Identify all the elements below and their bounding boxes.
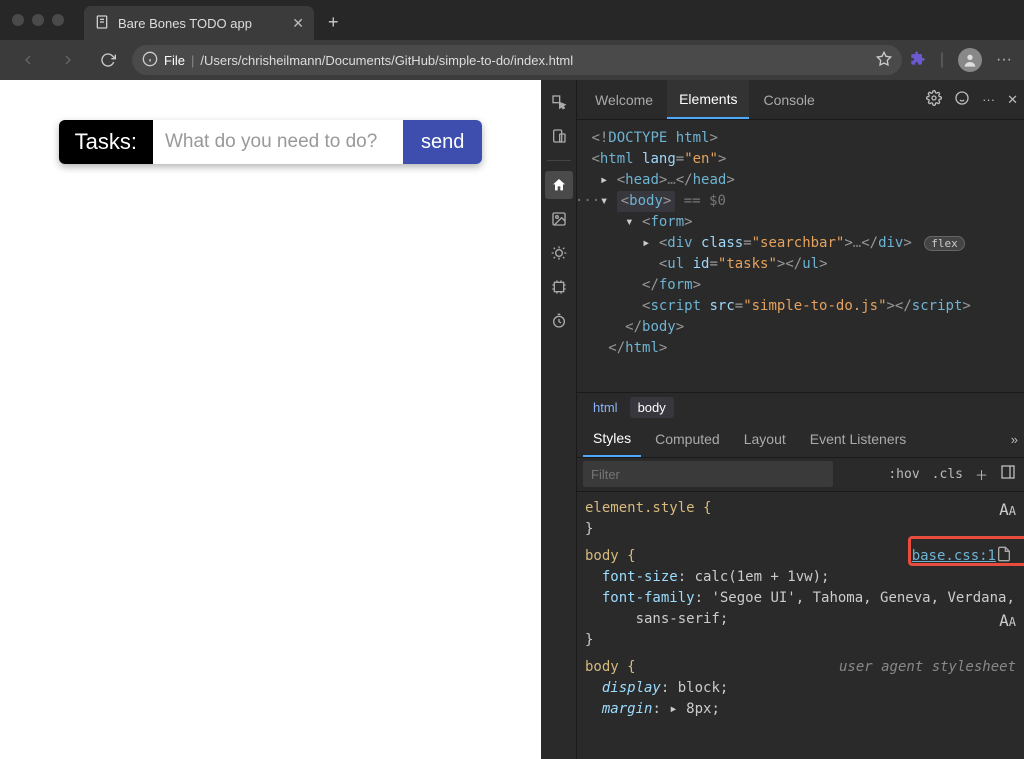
home-icon[interactable] — [545, 171, 573, 199]
settings-gear-icon[interactable] — [926, 90, 942, 109]
back-button[interactable] — [12, 44, 44, 76]
minimize-window-icon[interactable] — [32, 14, 44, 26]
new-tab-button[interactable]: + — [328, 12, 339, 33]
breadcrumb: html body — [577, 392, 1024, 422]
html-tag[interactable]: html — [600, 151, 634, 167]
forward-button[interactable] — [52, 44, 84, 76]
address-bar[interactable]: File | /Users/chrisheilmann/Documents/Gi… — [132, 45, 902, 75]
font-aa-icon[interactable]: AA — [999, 498, 1016, 522]
bug-icon[interactable] — [545, 239, 573, 267]
div-tag[interactable]: div — [667, 235, 692, 251]
toggle-sidebar-icon[interactable] — [1000, 464, 1016, 484]
browser-tab[interactable]: Bare Bones TODO app ✕ — [84, 6, 314, 40]
tab-title: Bare Bones TODO app — [118, 16, 252, 31]
ul-tag[interactable]: ul — [667, 256, 684, 272]
url-separator: | — [191, 53, 194, 68]
doctype: DOCTYPE html — [608, 130, 709, 146]
devtools-activity-bar — [541, 80, 577, 759]
close-window-icon[interactable] — [12, 14, 24, 26]
maximize-window-icon[interactable] — [52, 14, 64, 26]
styles-pane[interactable]: AA element.style { } base.css:1 body { f… — [577, 492, 1024, 759]
hov-toggle[interactable]: :hov — [888, 467, 919, 482]
workspace: Tasks: send Welcome Elements Console — [0, 80, 1024, 759]
new-rule-icon[interactable]: ＋ — [975, 465, 988, 484]
form-tag[interactable]: form — [650, 214, 684, 230]
head-tag[interactable]: head — [625, 172, 659, 188]
close-devtools-icon[interactable]: ✕ — [1007, 92, 1018, 108]
profile-avatar-icon[interactable] — [958, 48, 982, 72]
extension-icon[interactable] — [910, 50, 926, 71]
dom-tree[interactable]: <!DOCTYPE html> <html lang="en"> ▸ <head… — [577, 120, 1024, 392]
toolbar-right: | ··· — [910, 48, 1012, 72]
page-favicon-icon — [94, 14, 110, 33]
task-input[interactable] — [153, 120, 403, 164]
crumb-body[interactable]: body — [630, 397, 674, 418]
feedback-icon[interactable] — [954, 90, 970, 109]
todo-form: Tasks: send — [59, 120, 483, 164]
device-icon[interactable] — [545, 122, 573, 150]
tab-event-listeners[interactable]: Event Listeners — [800, 422, 917, 457]
tasks-label: Tasks: — [59, 120, 153, 164]
send-button[interactable]: send — [403, 120, 482, 164]
url-path: /Users/chrisheilmann/Documents/GitHub/si… — [200, 53, 573, 68]
page-viewport: Tasks: send — [0, 80, 541, 759]
tab-computed[interactable]: Computed — [645, 422, 730, 457]
info-icon[interactable] — [142, 51, 158, 70]
memory-icon[interactable] — [545, 273, 573, 301]
close-tab-icon[interactable]: ✕ — [292, 15, 304, 32]
favorite-icon[interactable] — [876, 51, 892, 70]
crumb-html[interactable]: html — [585, 397, 626, 418]
window-controls[interactable] — [12, 14, 64, 26]
more-tabs-icon[interactable]: » — [1011, 432, 1018, 447]
script-tag[interactable]: script — [650, 298, 701, 314]
devtools-panel: Welcome Elements Console ··· ✕ <!DOCTYPE… — [541, 80, 1024, 759]
image-icon[interactable] — [545, 205, 573, 233]
tab-welcome[interactable]: Welcome — [583, 80, 665, 119]
tab-console[interactable]: Console — [751, 80, 826, 119]
styles-filter-row: :hov .cls ＋ — [577, 458, 1024, 492]
flex-badge[interactable]: flex — [924, 236, 965, 251]
tab-elements[interactable]: Elements — [667, 80, 749, 119]
url-scheme: File — [164, 53, 185, 68]
body-tag[interactable]: body — [629, 193, 663, 209]
rule-ua-body[interactable]: user agent stylesheet body { — [585, 657, 1016, 678]
performance-icon[interactable] — [545, 307, 573, 335]
styles-tabs: Styles Computed Layout Event Listeners » — [577, 422, 1024, 458]
browser-toolbar: File | /Users/chrisheilmann/Documents/Gi… — [0, 40, 1024, 80]
more-icon[interactable]: ··· — [982, 92, 995, 107]
tab-strip: Bare Bones TODO app ✕ + — [0, 0, 1024, 40]
devtools-tabs: Welcome Elements Console ··· ✕ — [577, 80, 1024, 120]
reload-button[interactable] — [92, 44, 124, 76]
menu-icon[interactable]: ··· — [996, 51, 1012, 69]
inspect-icon[interactable] — [545, 88, 573, 116]
ua-stylesheet-label: user agent stylesheet — [839, 657, 1016, 678]
styles-filter-input[interactable] — [583, 461, 833, 487]
font-aa-icon-2[interactable]: AA — [999, 609, 1016, 633]
devtools-main: Welcome Elements Console ··· ✕ <!DOCTYPE… — [577, 80, 1024, 759]
rule-element-style[interactable]: element.style { — [585, 498, 1016, 519]
tab-styles[interactable]: Styles — [583, 422, 641, 457]
browser-chrome: Bare Bones TODO app ✕ + File | /Users/ch… — [0, 0, 1024, 80]
highlight-annotation — [908, 536, 1024, 566]
cls-toggle[interactable]: .cls — [932, 467, 963, 482]
selected-marker: == $0 — [684, 193, 726, 209]
tab-layout[interactable]: Layout — [734, 422, 796, 457]
